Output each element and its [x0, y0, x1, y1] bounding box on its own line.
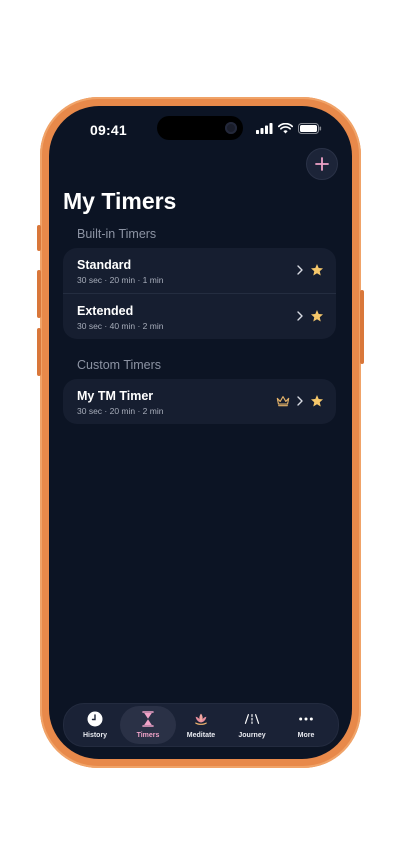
- phone-side-button: [360, 290, 364, 364]
- battery-icon: [298, 122, 322, 134]
- tab-history[interactable]: History: [68, 704, 122, 746]
- timer-subtitle: 30 sec · 40 min · 2 min: [77, 321, 164, 331]
- tab-meditate[interactable]: Meditate: [176, 704, 226, 746]
- ellipsis-icon: [298, 711, 314, 727]
- cellular-signal-icon: [256, 122, 273, 134]
- section-label-custom: Custom Timers: [77, 358, 162, 372]
- phone-action-button: [37, 225, 41, 251]
- tab-journey[interactable]: Journey: [226, 704, 278, 746]
- timer-subtitle: 30 sec · 20 min · 2 min: [77, 406, 164, 416]
- tab-timers[interactable]: Timers: [120, 706, 176, 744]
- timer-title: My TM Timer: [77, 389, 154, 403]
- chevron-right-icon: [297, 265, 303, 275]
- crown-icon: [276, 396, 290, 407]
- timer-row-extended[interactable]: Extended 30 sec · 40 min · 2 min: [63, 293, 336, 339]
- phone-volume-down-button: [37, 328, 41, 376]
- chevron-right-icon: [297, 396, 303, 406]
- phone-volume-up-button: [37, 270, 41, 318]
- camera-icon: [225, 122, 237, 134]
- timer-subtitle: 30 sec · 20 min · 1 min: [77, 275, 164, 285]
- custom-timers-card: My TM Timer 30 sec · 20 min · 2 min: [63, 379, 336, 424]
- status-time: 09:41: [90, 122, 127, 138]
- favorite-star-icon[interactable]: [310, 263, 324, 277]
- timer-row-standard[interactable]: Standard 30 sec · 20 min · 1 min: [63, 248, 336, 293]
- favorite-star-icon[interactable]: [310, 394, 324, 408]
- road-icon: [244, 711, 260, 727]
- clock-icon: [87, 711, 103, 727]
- lotus-icon: [193, 711, 209, 727]
- timer-row-my-tm-timer[interactable]: My TM Timer 30 sec · 20 min · 2 min: [63, 379, 336, 424]
- tab-label: Meditate: [186, 732, 216, 739]
- app-screen: 09:41 My Timers Built-in Timers Standard: [49, 106, 352, 759]
- section-label-builtin: Built-in Timers: [77, 227, 157, 241]
- tab-label: Journey: [238, 732, 266, 739]
- tab-bar: History Timers Meditate Journey More: [63, 703, 339, 747]
- chevron-right-icon: [297, 311, 303, 321]
- tab-more[interactable]: More: [278, 704, 334, 746]
- tab-label: More: [297, 732, 315, 739]
- timer-title: Standard: [77, 258, 132, 272]
- tab-label: Timers: [136, 732, 160, 739]
- favorite-star-icon[interactable]: [310, 309, 324, 323]
- page-title: My Timers: [63, 188, 177, 214]
- hourglass-icon: [140, 711, 156, 727]
- dynamic-island: [157, 116, 243, 140]
- status-icons: [256, 122, 322, 134]
- timer-title: Extended: [77, 304, 134, 318]
- builtin-timers-card: Standard 30 sec · 20 min · 1 min Extende…: [63, 248, 336, 339]
- add-timer-button[interactable]: [306, 148, 338, 180]
- tab-label: History: [82, 732, 108, 739]
- plus-icon: [315, 157, 329, 171]
- wifi-icon: [278, 122, 293, 133]
